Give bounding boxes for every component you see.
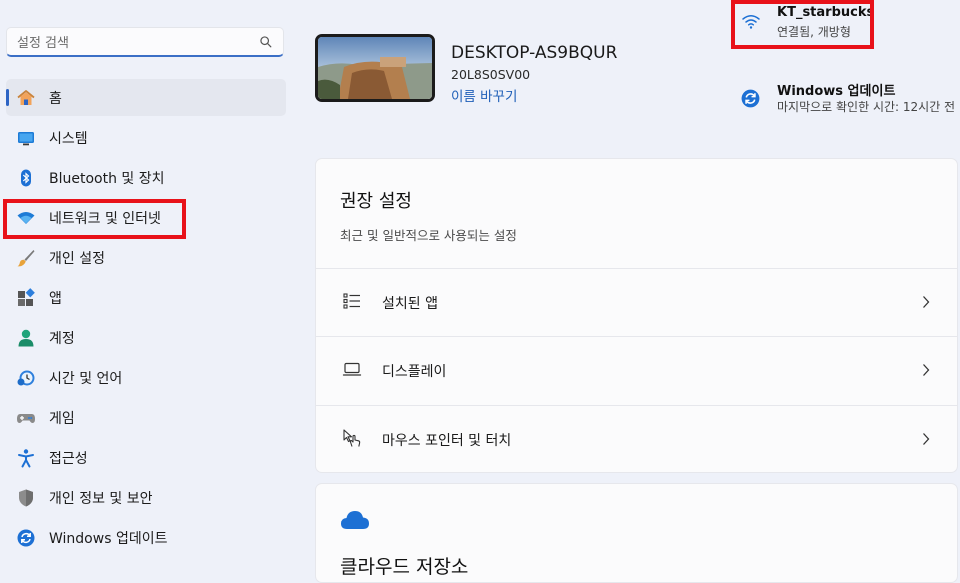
device-name: DESKTOP-AS9BQUR (451, 43, 618, 63)
device-model: 20L8S0SV00 (451, 67, 531, 82)
sidebar-nav: 홈 시스템 Bluetooth 및 장치 네트워크 및 인터넷 개인 설정 앱 (6, 79, 286, 559)
sidebar-item-label: 개인 설정 (49, 250, 105, 267)
clock-globe-icon (16, 368, 36, 388)
sidebar-item-accounts[interactable]: 계정 (6, 319, 286, 356)
chevron-right-icon (923, 433, 930, 445)
highlight-box-network-nav (3, 199, 186, 239)
bluetooth-icon (16, 168, 36, 188)
chevron-right-icon (923, 364, 930, 376)
sidebar-item-label: 시간 및 언어 (49, 370, 123, 387)
recommended-title: 권장 설정 (340, 191, 412, 212)
row-display[interactable]: 디스플레이 (316, 336, 957, 404)
sidebar-item-time-language[interactable]: 시간 및 언어 (6, 359, 286, 396)
update-icon (16, 528, 36, 548)
sidebar-item-label: Windows 업데이트 (49, 530, 168, 547)
sidebar-item-apps[interactable]: 앱 (6, 279, 286, 316)
update-status-icon (741, 89, 760, 108)
sidebar-item-label: 계정 (49, 330, 75, 347)
home-icon (16, 88, 36, 108)
row-installed-apps[interactable]: 설치된 앱 (316, 268, 957, 336)
laptop-icon (342, 362, 362, 376)
update-title[interactable]: Windows 업데이트 (777, 80, 895, 99)
sidebar-item-bluetooth[interactable]: Bluetooth 및 장치 (6, 159, 286, 196)
sidebar-item-label: 앱 (49, 290, 62, 307)
sidebar-item-windows-update[interactable]: Windows 업데이트 (6, 519, 286, 556)
sidebar-item-privacy-security[interactable]: 개인 정보 및 보안 (6, 479, 286, 516)
search-icon[interactable] (259, 35, 273, 49)
brush-icon (16, 248, 36, 268)
system-icon (16, 128, 36, 148)
recommended-settings-card: 권장 설정 최근 및 일반적으로 사용되는 설정 설치된 앱 디스플레이 마우스… (315, 158, 958, 473)
pointer-touch-icon (343, 429, 361, 447)
search-box[interactable] (6, 27, 284, 57)
row-label: 설치된 앱 (382, 296, 438, 312)
sidebar-item-label: Bluetooth 및 장치 (49, 170, 165, 187)
sidebar-item-label: 시스템 (49, 130, 88, 147)
accessibility-icon (16, 448, 36, 468)
sidebar-item-label: 게임 (49, 410, 75, 427)
sidebar-item-home[interactable]: 홈 (6, 79, 286, 116)
cloud-icon (341, 511, 369, 529)
sidebar-item-accessibility[interactable]: 접근성 (6, 439, 286, 476)
recommended-subtitle: 최근 및 일반적으로 사용되는 설정 (340, 228, 517, 243)
sidebar-item-label: 홈 (49, 90, 62, 107)
device-wallpaper-thumbnail (315, 34, 435, 102)
sidebar-item-gaming[interactable]: 게임 (6, 399, 286, 436)
sidebar-item-label: 개인 정보 및 보안 (49, 490, 153, 507)
rename-link[interactable]: 이름 바꾸기 (451, 85, 517, 105)
sidebar-item-label: 접근성 (49, 450, 88, 467)
update-status: 마지막으로 확인한 시간: 12시간 전 (777, 100, 956, 114)
account-icon (16, 328, 36, 348)
shield-icon (16, 488, 36, 508)
sidebar-item-personalization[interactable]: 개인 설정 (6, 239, 286, 276)
chevron-right-icon (923, 296, 930, 308)
search-input[interactable] (15, 32, 254, 54)
apps-icon (16, 287, 36, 308)
highlight-box-network-status (731, 0, 874, 49)
row-label: 디스플레이 (382, 364, 447, 380)
row-label: 마우스 포인터 및 터치 (382, 433, 512, 449)
cloud-storage-card: 클라우드 저장소 (315, 483, 958, 583)
gamepad-icon (16, 408, 36, 428)
list-icon (343, 293, 360, 309)
sidebar-item-system[interactable]: 시스템 (6, 119, 286, 156)
row-mouse-pointer-touch[interactable]: 마우스 포인터 및 터치 (316, 405, 957, 472)
